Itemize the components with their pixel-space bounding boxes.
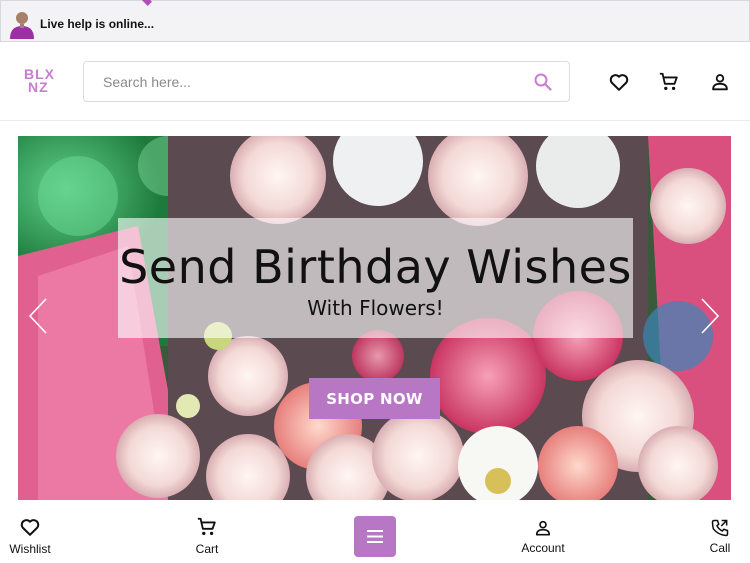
nav-call-label: Call [709,541,731,555]
nav-cart-label: Cart [195,542,219,556]
phone-icon [711,519,729,537]
hero-banner: Send Birthday Wishes With Flowers! SHOP … [18,136,731,500]
chevron-left-icon[interactable] [26,296,50,336]
banner-title: Send Birthday Wishes [119,240,632,294]
nav-wishlist-label: Wishlist [9,542,51,556]
chevron-right-icon[interactable] [698,296,722,336]
menu-icon [367,530,383,543]
search-icon[interactable] [533,72,553,92]
banner-text-panel: Send Birthday Wishes With Flowers! [118,218,633,338]
search-input[interactable] [84,62,524,101]
heart-icon [20,519,40,536]
site-logo[interactable]: BLX NZ [24,67,58,95]
search-box [83,61,570,102]
banner-subtitle: With Flowers! [307,296,444,320]
live-help-bar[interactable]: Live help is online... [0,0,750,42]
nav-call[interactable]: Call [704,518,736,555]
nav-wishlist[interactable]: Wishlist [6,516,54,556]
live-help-text: Live help is online... [40,17,155,31]
nav-cart[interactable]: Cart [187,516,227,556]
menu-button[interactable] [354,516,396,557]
logo-line-2: NZ [28,79,49,95]
site-header: BLX NZ [0,43,750,121]
account-icon [535,520,551,536]
cart-icon [197,517,216,536]
shop-now-button[interactable]: SHOP NOW [309,378,440,419]
notification-pip [142,0,152,6]
heart-icon[interactable] [608,71,630,93]
user-avatar-icon [10,12,34,39]
account-icon[interactable] [709,71,731,93]
bottom-navigation: Wishlist Cart Account Call [0,506,750,563]
nav-account-label: Account [521,541,565,555]
cart-icon[interactable] [658,71,680,93]
nav-account[interactable]: Account [515,518,571,555]
